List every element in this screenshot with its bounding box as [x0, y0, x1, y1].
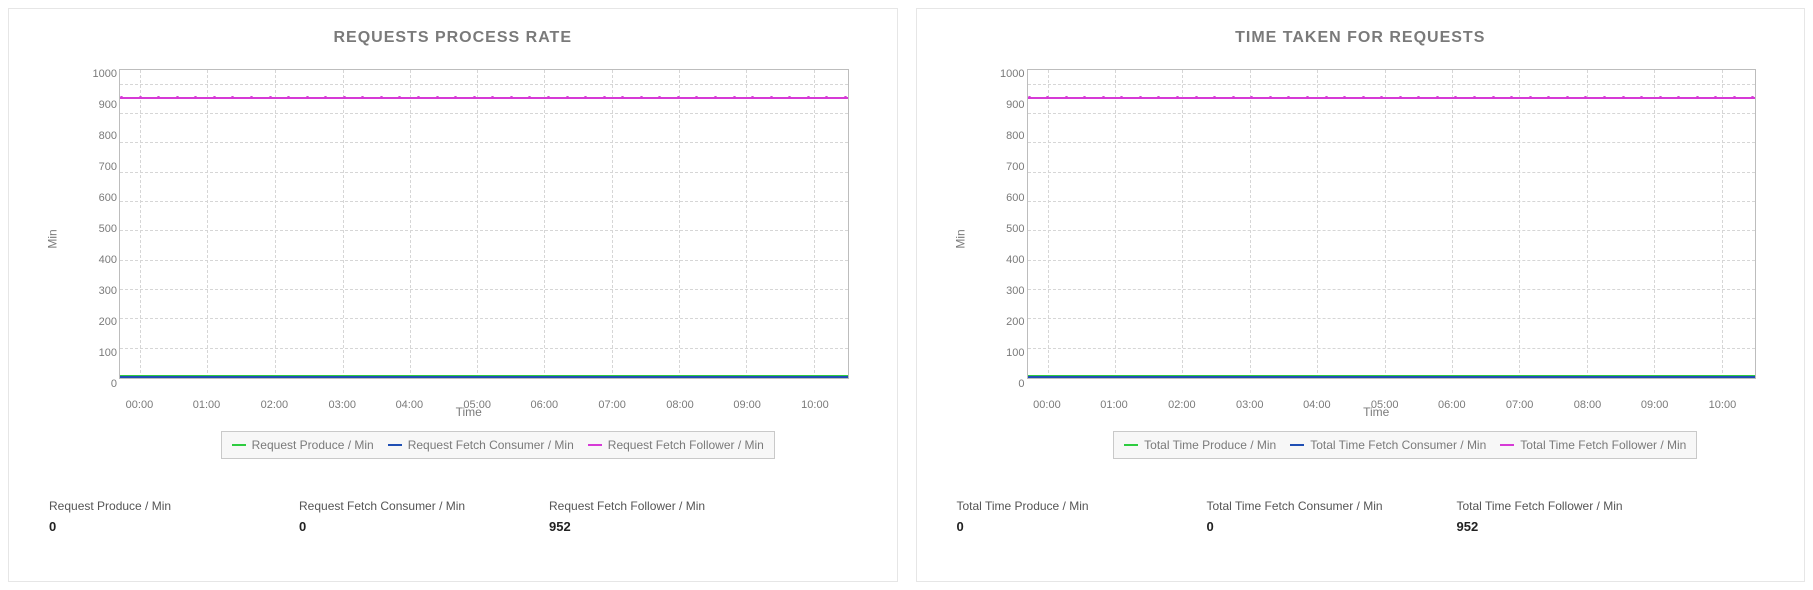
chart-panel-left: REQUESTS PROCESS RATE Min 0 100 200 300 …: [8, 8, 898, 582]
legend-item[interactable]: Request Fetch Consumer / Min: [388, 438, 574, 452]
chart-area: Min 0 100 200 300 400 500 600 700 800 90…: [89, 59, 849, 419]
legend-item[interactable]: Total Time Fetch Consumer / Min: [1290, 438, 1486, 452]
legend-swatch-icon: [232, 444, 246, 446]
stat-label: Request Fetch Follower / Min: [549, 499, 739, 513]
legend-item[interactable]: Total Time Produce / Min: [1124, 438, 1276, 452]
stat-label: Request Fetch Consumer / Min: [299, 499, 489, 513]
stat-block: Total Time Fetch Consumer / Min 0: [1207, 499, 1397, 534]
legend-swatch-icon: [588, 444, 602, 446]
stat-block: Request Fetch Follower / Min 952: [549, 499, 739, 534]
x-axis-label: Time: [997, 405, 1757, 419]
legend-swatch-icon: [1500, 444, 1514, 446]
series-consumer: [1028, 376, 1756, 378]
y-axis-ticks: 0 100 200 300 400 500 600 700 800 900 10…: [991, 69, 1025, 379]
stat-label: Request Produce / Min: [49, 499, 239, 513]
stat-block: Total Time Fetch Follower / Min 952: [1457, 499, 1647, 534]
stat-block: Total Time Produce / Min 0: [957, 499, 1147, 534]
y-axis-ticks: 0 100 200 300 400 500 600 700 800 900 10…: [83, 69, 117, 379]
plot-area[interactable]: [119, 69, 849, 379]
y-axis-label: Min: [46, 229, 60, 248]
chart-legend: Request Produce / Min Request Fetch Cons…: [221, 431, 775, 459]
legend-swatch-icon: [1124, 444, 1138, 446]
legend-item[interactable]: Request Produce / Min: [232, 438, 374, 452]
x-axis-label: Time: [89, 405, 849, 419]
legend-item[interactable]: Request Fetch Follower / Min: [588, 438, 764, 452]
series-consumer: [120, 376, 848, 378]
stat-label: Total Time Produce / Min: [957, 499, 1147, 513]
stat-label: Total Time Fetch Follower / Min: [1457, 499, 1647, 513]
stat-value: 952: [549, 519, 739, 534]
y-axis-label: Min: [953, 229, 967, 248]
stat-value: 952: [1457, 519, 1647, 534]
plot-area[interactable]: [1027, 69, 1757, 379]
chart-title: TIME TAKEN FOR REQUESTS: [937, 29, 1785, 47]
stat-value: 0: [49, 519, 239, 534]
stats-row: Request Produce / Min 0 Request Fetch Co…: [29, 499, 877, 534]
chart-legend: Total Time Produce / Min Total Time Fetc…: [1113, 431, 1697, 459]
legend-swatch-icon: [388, 444, 402, 446]
stat-value: 0: [957, 519, 1147, 534]
legend-swatch-icon: [1290, 444, 1304, 446]
stat-block: Request Produce / Min 0: [49, 499, 239, 534]
chart-panel-right: TIME TAKEN FOR REQUESTS Min 0 100 200 30…: [916, 8, 1806, 582]
stats-row: Total Time Produce / Min 0 Total Time Fe…: [937, 499, 1785, 534]
stat-value: 0: [299, 519, 489, 534]
stat-block: Request Fetch Consumer / Min 0: [299, 499, 489, 534]
chart-area: Min 0 100 200 300 400 500 600 700 800 90…: [997, 59, 1757, 419]
stat-label: Total Time Fetch Consumer / Min: [1207, 499, 1397, 513]
legend-item[interactable]: Total Time Fetch Follower / Min: [1500, 438, 1686, 452]
chart-title: REQUESTS PROCESS RATE: [29, 29, 877, 47]
stat-value: 0: [1207, 519, 1397, 534]
